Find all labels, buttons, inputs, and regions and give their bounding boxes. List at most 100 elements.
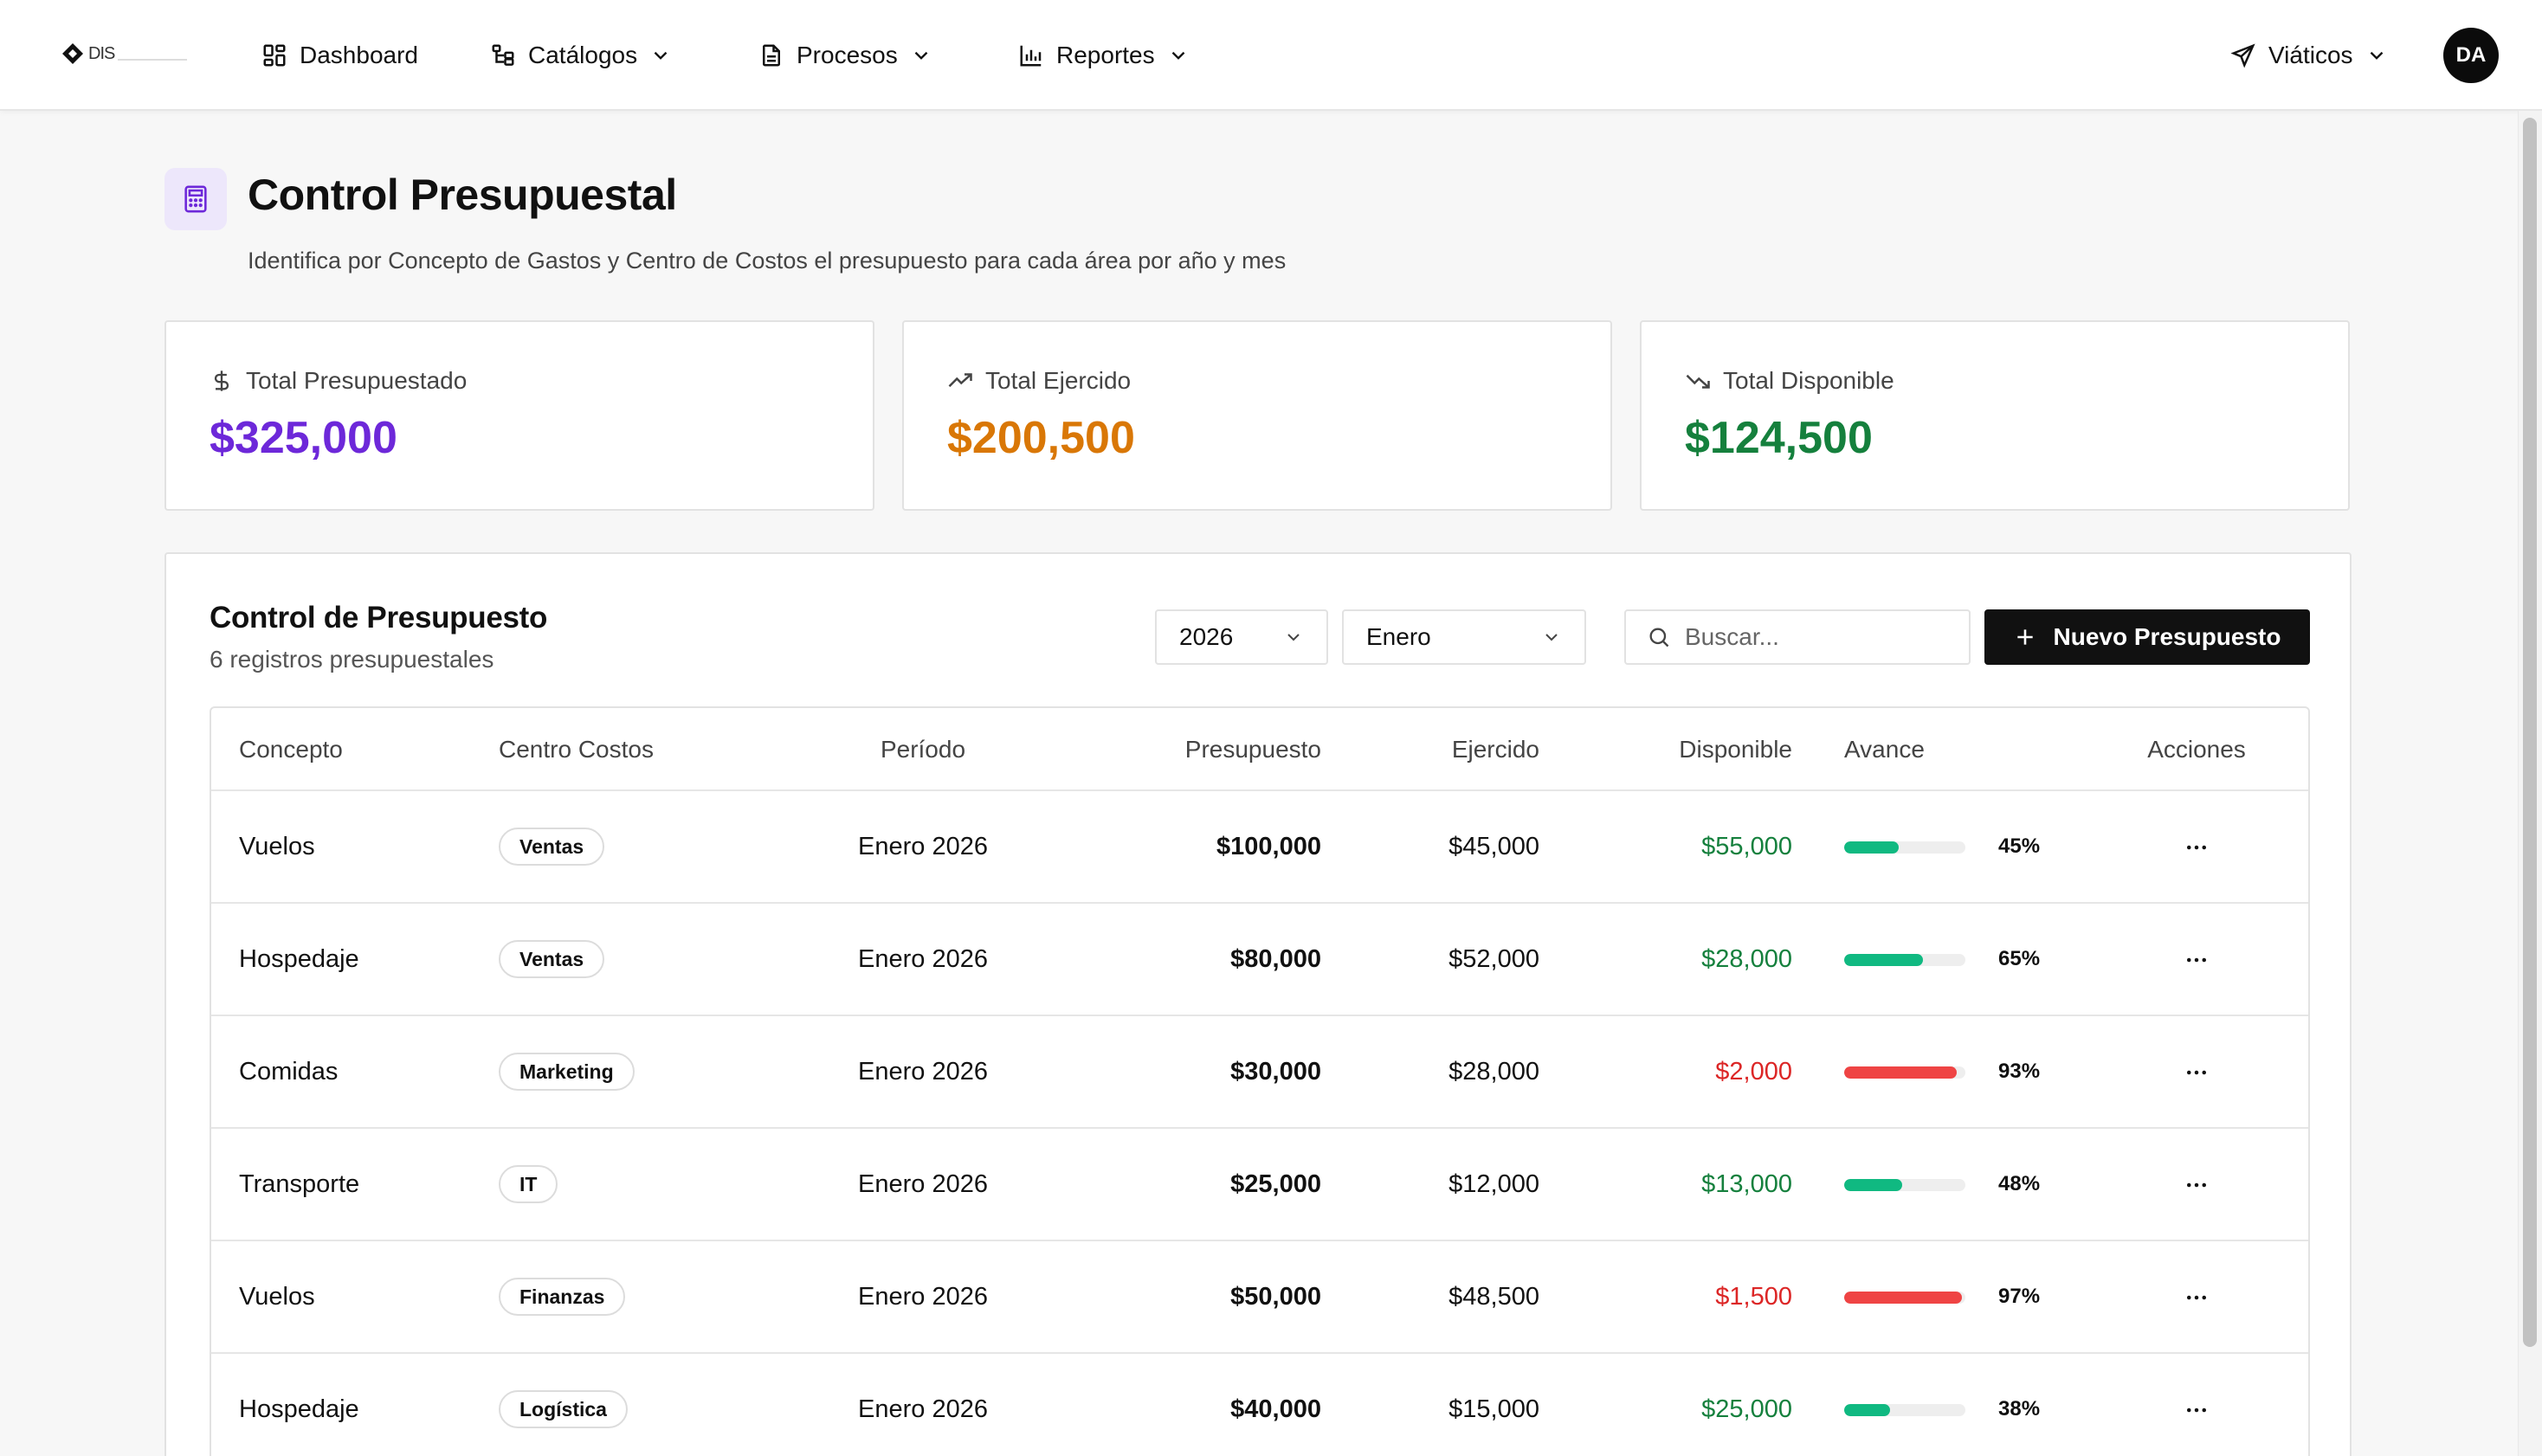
user-avatar[interactable]: DA <box>2443 28 2499 83</box>
budget-table: Concepto Centro Costos Período Presupues… <box>210 706 2310 1456</box>
cell-presupuesto: $30,000 <box>1230 1058 1321 1086</box>
cell-ejercido: $15,000 <box>1448 1395 1539 1423</box>
chevron-down-icon <box>2370 51 2383 60</box>
summary-label: Total Disponible <box>1685 367 1894 395</box>
dashboard-grid-icon <box>263 44 286 67</box>
progress-bar-fill <box>1844 1404 1891 1416</box>
cell-presupuesto: $25,000 <box>1230 1170 1321 1198</box>
progress-bar <box>1844 954 1965 966</box>
progress-bar <box>1844 1066 1965 1079</box>
more-horizontal-icon <box>2187 1182 2206 1188</box>
year-select[interactable]: 2026 <box>1155 609 1328 665</box>
cell-disponible: $2,000 <box>1715 1058 1792 1086</box>
summary-label-text: Total Disponible <box>1723 367 1894 394</box>
cell-ejercido: $48,500 <box>1448 1283 1539 1311</box>
col-ejercido[interactable]: Ejercido <box>1452 736 1539 763</box>
cost-center-badge: Finanzas <box>499 1278 626 1316</box>
trending-down-icon <box>1686 374 1710 389</box>
brand-logo[interactable]: DIS <box>61 42 188 66</box>
top-navbar: DIS Dashboard Catálogos Procesos Reporte… <box>0 0 2542 111</box>
row-actions-button[interactable] <box>2175 1388 2218 1432</box>
col-acciones: Acciones <box>2147 736 2246 763</box>
table-header: Concepto Centro Costos Período Presupues… <box>211 708 2308 791</box>
chevron-down-icon <box>1171 51 1184 60</box>
nav-catalogos-label: Catálogos <box>528 42 638 68</box>
catalog-tree-icon <box>492 44 514 66</box>
month-select[interactable]: Enero <box>1342 609 1586 665</box>
cell-disponible: $1,500 <box>1715 1283 1792 1311</box>
search-input[interactable] <box>1685 623 1945 651</box>
progress-bar <box>1844 1179 1965 1191</box>
cell-disponible: $28,000 <box>1701 945 1792 973</box>
cell-periodo: Enero 2026 <box>858 1395 988 1423</box>
cell-ejercido: $45,000 <box>1448 833 1539 860</box>
cell-concepto: Transporte <box>239 1170 360 1198</box>
col-periodo[interactable]: Período <box>836 736 1010 763</box>
summary-card-presupuestado: Total Presupuestado $325,000 <box>165 320 874 511</box>
cell-avance: 65% <box>1998 947 2041 970</box>
cell-concepto: Vuelos <box>239 833 315 860</box>
more-horizontal-icon <box>2187 845 2206 850</box>
more-horizontal-icon <box>2187 1295 2206 1300</box>
nav-procesos-label: Procesos <box>797 42 898 68</box>
cell-disponible: $13,000 <box>1701 1170 1792 1198</box>
table-row[interactable]: Transporte IT Enero 2026 $25,000 $12,000 $13,… <box>211 1129 2308 1241</box>
row-actions-button[interactable] <box>2175 1051 2218 1094</box>
scrollbar-thumb[interactable] <box>2523 118 2537 1347</box>
nav-procesos[interactable]: Procesos <box>758 35 932 76</box>
cell-periodo: Enero 2026 <box>858 945 988 973</box>
year-select-value: 2026 <box>1179 623 1234 650</box>
table-row[interactable]: Hospedaje Logística Enero 2026 $40,000 $15,0… <box>211 1354 2308 1456</box>
col-concepto[interactable]: Concepto <box>239 736 343 763</box>
logo-mark-icon <box>62 43 83 64</box>
summary-value: $124,500 <box>1685 413 1873 463</box>
cell-ejercido: $12,000 <box>1448 1170 1539 1198</box>
nav-catalogos[interactable]: Catálogos <box>490 35 672 76</box>
row-actions-button[interactable] <box>2175 938 2218 982</box>
summary-value: $325,000 <box>210 413 397 463</box>
chevron-down-icon <box>1287 634 1300 641</box>
cell-periodo: Enero 2026 <box>858 1283 988 1311</box>
module-switcher[interactable]: Viáticos <box>2230 35 2388 76</box>
logo-text: DIS <box>88 43 115 63</box>
cell-periodo: Enero 2026 <box>858 1170 988 1198</box>
more-horizontal-icon <box>2187 1070 2206 1075</box>
budget-panel: Control de Presupuesto 6 registros presu… <box>165 552 2352 1456</box>
cell-ejercido: $52,000 <box>1448 945 1539 973</box>
col-disponible[interactable]: Disponible <box>1679 736 1792 763</box>
progress-bar-fill <box>1844 1292 1962 1304</box>
table-row[interactable]: Vuelos Finanzas Enero 2026 $50,000 $48,500 $1… <box>211 1241 2308 1354</box>
chevron-down-icon <box>914 51 928 60</box>
progress-bar-fill <box>1844 954 1923 966</box>
nav-reportes[interactable]: Reportes <box>1018 35 1190 76</box>
col-avance[interactable]: Avance <box>1844 736 1925 763</box>
table-row[interactable]: Vuelos Ventas Enero 2026 $100,000 $45,000 $55… <box>211 791 2308 904</box>
cost-center-badge: Ventas <box>499 940 605 978</box>
nav-dashboard[interactable]: Dashboard <box>261 35 418 76</box>
more-horizontal-icon <box>2187 957 2206 963</box>
new-budget-button[interactable]: Nuevo Presupuesto <box>1984 609 2310 665</box>
row-actions-button[interactable] <box>2175 1163 2218 1207</box>
row-actions-button[interactable] <box>2175 826 2218 869</box>
new-budget-label: Nuevo Presupuesto <box>2053 623 2281 650</box>
search-box[interactable] <box>1624 609 1971 665</box>
progress-bar-fill <box>1844 1066 1958 1079</box>
col-presupuesto[interactable]: Presupuesto <box>1185 736 1321 763</box>
table-row[interactable]: Comidas Marketing Enero 2026 $30,000 $28,000… <box>211 1016 2308 1129</box>
table-row[interactable]: Hospedaje Ventas Enero 2026 $80,000 $52,000 $… <box>211 904 2308 1016</box>
logo-underline <box>118 59 188 61</box>
row-actions-button[interactable] <box>2175 1276 2218 1319</box>
search-icon <box>1649 628 1669 647</box>
cell-periodo: Enero 2026 <box>858 1058 988 1086</box>
panel-title: Control de Presupuesto <box>210 601 548 635</box>
nav-reportes-label: Reportes <box>1056 42 1155 68</box>
col-centro-costos[interactable]: Centro Costos <box>499 736 654 763</box>
cost-center-badge: Marketing <box>499 1053 635 1091</box>
progress-bar-fill <box>1844 1179 1903 1191</box>
calculator-icon <box>165 168 227 230</box>
plane-icon <box>2230 43 2255 68</box>
cell-avance: 93% <box>1998 1060 2041 1083</box>
document-icon <box>763 44 780 67</box>
cost-center-badge: Ventas <box>499 828 605 866</box>
cell-presupuesto: $40,000 <box>1230 1395 1321 1423</box>
